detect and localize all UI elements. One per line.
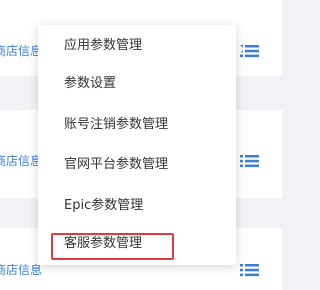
menu-item-website-platform-params[interactable]: 官网平台参数管理	[64, 156, 168, 174]
menu-item-account-deletion-params[interactable]: 账号注销参数管理	[64, 116, 168, 134]
menu-item-param-settings[interactable]: 参数设置	[64, 75, 116, 93]
list-icon[interactable]	[240, 154, 259, 168]
menu-item-app-params[interactable]: 应用参数管理	[64, 37, 142, 55]
dropdown-menu: 应用参数管理 参数设置 账号注销参数管理 官网平台参数管理 Epic参数管理 客…	[38, 25, 236, 265]
menu-item-epic-params[interactable]: Epic参数管理	[64, 197, 143, 215]
store-info-link[interactable]: 商店信息	[0, 262, 42, 278]
page: 商店信息 商店信息 商店信息 应用参数管理 参数设置 账号注销参数管理 官网平台…	[0, 0, 282, 290]
list-icon[interactable]	[240, 263, 259, 277]
store-info-link[interactable]: 商店信息	[0, 43, 42, 59]
highlight-box	[51, 233, 174, 260]
list-icon[interactable]	[240, 44, 259, 58]
store-info-link[interactable]: 商店信息	[0, 153, 42, 169]
